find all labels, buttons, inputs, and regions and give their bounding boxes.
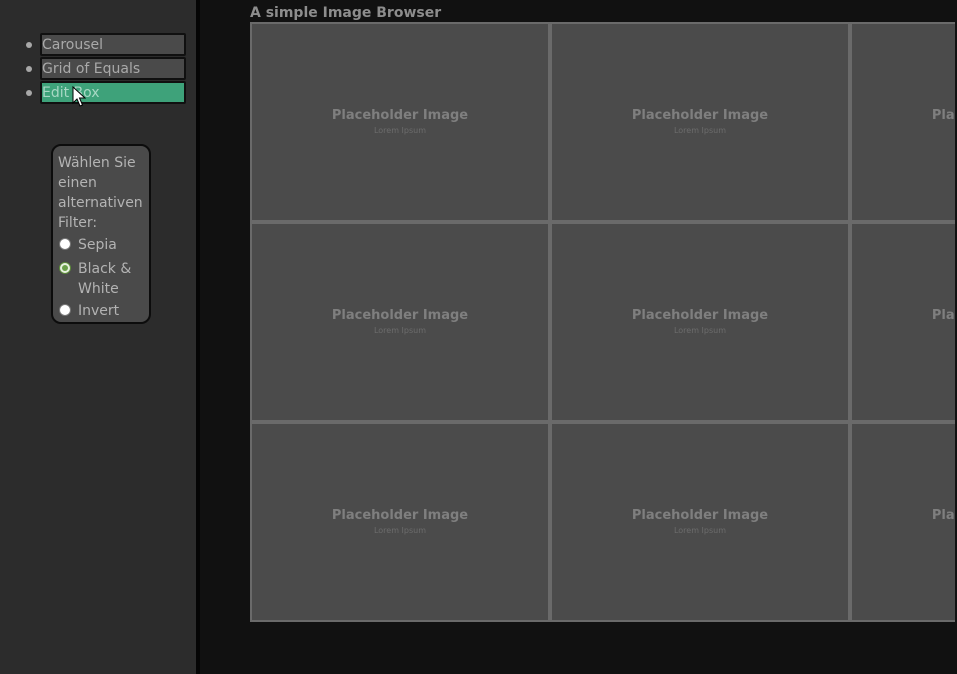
placeholder-subtitle: Lorem Ipsum <box>373 526 427 535</box>
image-tile[interactable]: Placeholder Image Lorem Ipsum <box>852 224 955 420</box>
radio-sepia[interactable] <box>59 238 71 250</box>
placeholder-title: Placeholder Image <box>331 508 469 523</box>
placeholder-subtitle: Lorem Ipsum <box>852 126 955 135</box>
nav-button-grid-of-equals[interactable]: Grid of Equals <box>40 57 186 80</box>
filter-option-sepia[interactable]: Sepia <box>58 235 149 255</box>
page-title: A simple Image Browser <box>250 5 442 21</box>
nav-item-carousel: Carousel <box>0 33 196 56</box>
nav-button-label: Edit Box <box>42 85 100 101</box>
image-tile[interactable]: Placeholder Image Lorem Ipsum <box>252 24 548 220</box>
radio-black-white[interactable] <box>59 262 71 274</box>
placeholder-subtitle: Lorem Ipsum <box>373 126 427 135</box>
image-tile[interactable]: Placeholder Image Lorem Ipsum <box>552 24 848 220</box>
placeholder-title: Placeholder Image <box>931 108 955 123</box>
filter-option-black-white[interactable]: Black & White <box>58 259 149 299</box>
filter-option-invert[interactable]: Invert <box>58 301 149 321</box>
filter-panel: Wählen Sie einen alternativen Filter: Se… <box>51 144 151 324</box>
image-grid: Placeholder Image Lorem Ipsum Placeholde… <box>250 22 955 622</box>
nav-button-edit-box[interactable]: Edit Box <box>40 81 186 104</box>
sidebar-divider <box>196 0 200 674</box>
filter-option-label: Black & White <box>78 261 132 297</box>
nav-item-grid-of-equals: Grid of Equals <box>0 57 196 80</box>
placeholder-title: Placeholder Image <box>631 108 769 123</box>
radio-invert[interactable] <box>59 304 71 316</box>
nav-button-carousel[interactable]: Carousel <box>40 33 186 56</box>
placeholder-title: Placeholder Image <box>931 308 955 323</box>
placeholder-subtitle: Lorem Ipsum <box>852 326 955 335</box>
placeholder-title: Placeholder Image <box>331 108 469 123</box>
bullet-icon <box>26 66 32 72</box>
placeholder-subtitle: Lorem Ipsum <box>852 526 955 535</box>
sidebar: Carousel Grid of Equals Edit Box Wählen … <box>0 0 196 674</box>
placeholder-title: Placeholder Image <box>631 308 769 323</box>
image-tile[interactable]: Placeholder Image Lorem Ipsum <box>852 24 955 220</box>
image-tile[interactable]: Placeholder Image Lorem Ipsum <box>852 424 955 620</box>
image-tile[interactable]: Placeholder Image Lorem Ipsum <box>252 424 548 620</box>
placeholder-subtitle: Lorem Ipsum <box>673 326 727 335</box>
placeholder-subtitle: Lorem Ipsum <box>373 326 427 335</box>
bullet-icon <box>26 90 32 96</box>
placeholder-title: Placeholder Image <box>931 508 955 523</box>
filter-prompt: Wählen Sie einen alternativen Filter: <box>58 155 143 231</box>
filter-option-label: Invert <box>78 303 120 319</box>
placeholder-title: Placeholder Image <box>331 308 469 323</box>
placeholder-subtitle: Lorem Ipsum <box>673 126 727 135</box>
placeholder-subtitle: Lorem Ipsum <box>673 526 727 535</box>
nav-item-edit-box: Edit Box <box>0 81 196 104</box>
image-grid-viewport: Placeholder Image Lorem Ipsum Placeholde… <box>250 22 955 622</box>
placeholder-title: Placeholder Image <box>631 508 769 523</box>
bullet-icon <box>26 42 32 48</box>
nav-button-label: Grid of Equals <box>42 61 141 77</box>
image-tile[interactable]: Placeholder Image Lorem Ipsum <box>252 224 548 420</box>
image-tile[interactable]: Placeholder Image Lorem Ipsum <box>552 224 848 420</box>
image-tile[interactable]: Placeholder Image Lorem Ipsum <box>552 424 848 620</box>
filter-option-label: Sepia <box>78 237 117 253</box>
mouse-cursor-icon <box>72 86 86 107</box>
nav-button-label: Carousel <box>42 37 104 53</box>
